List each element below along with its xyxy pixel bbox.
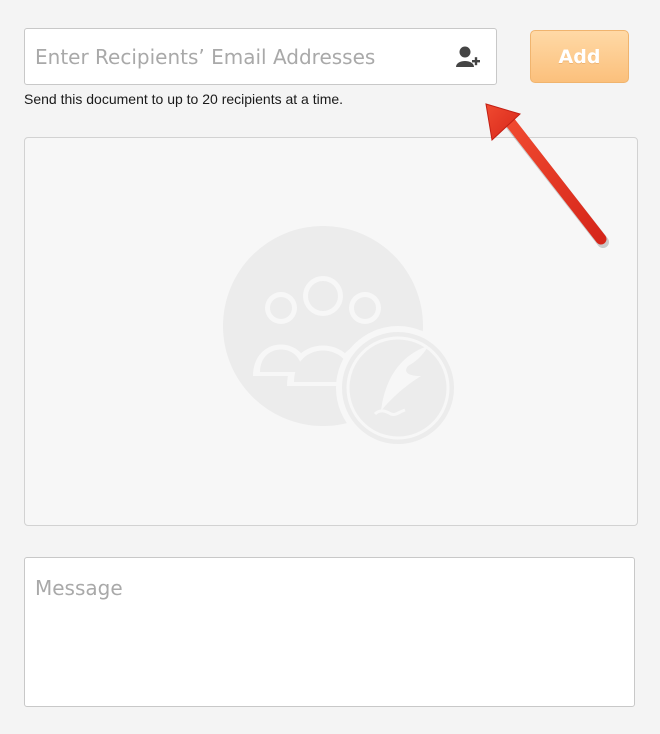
recipient-email-input[interactable] xyxy=(25,29,445,84)
quill-icon xyxy=(336,326,460,450)
recipient-field xyxy=(24,28,497,85)
recipients-list-panel xyxy=(24,137,638,526)
add-button[interactable]: Add xyxy=(530,30,629,83)
message-field xyxy=(24,557,635,707)
message-textarea[interactable] xyxy=(25,558,634,706)
add-contact-icon[interactable] xyxy=(454,43,482,71)
send-document-form: Add Send this document to up to 20 recip… xyxy=(0,0,660,734)
recipient-limit-hint: Send this document to up to 20 recipient… xyxy=(24,91,344,107)
empty-recipients-illustration xyxy=(223,226,460,450)
